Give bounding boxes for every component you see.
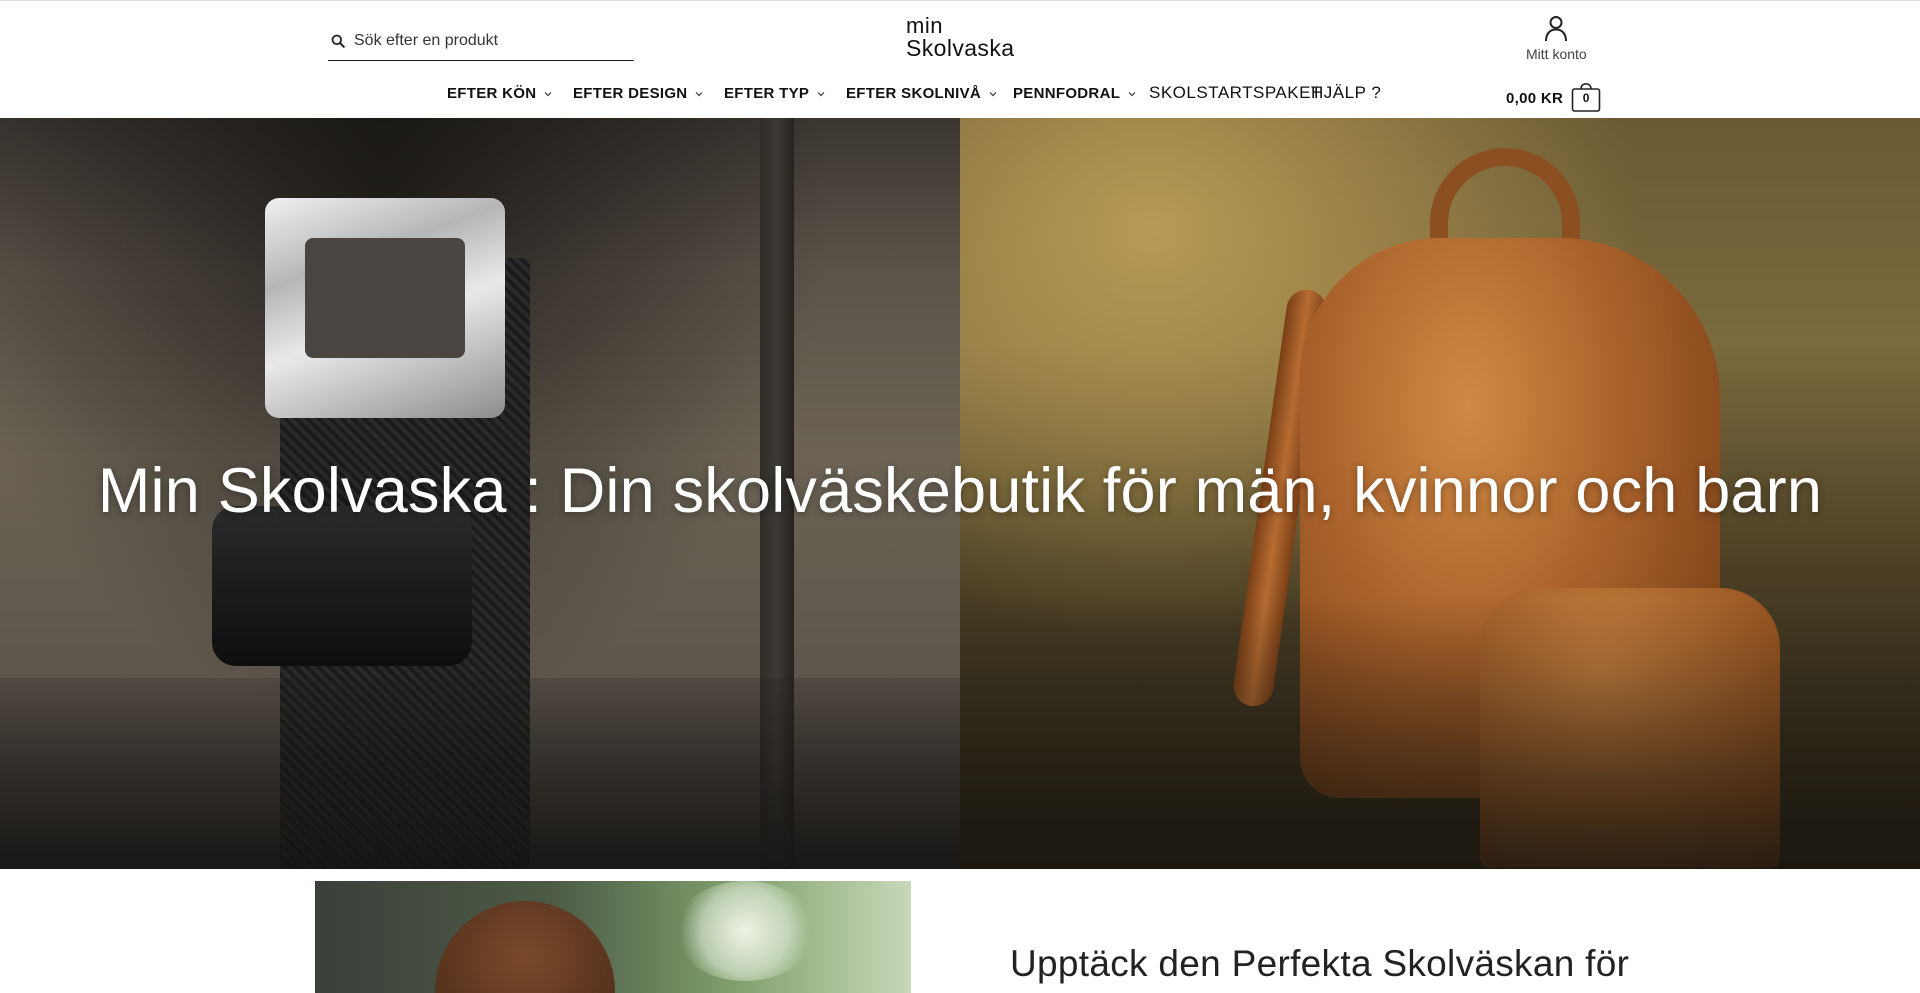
- cart-count-badge: 0: [1582, 91, 1590, 105]
- nav-item-efter-typ[interactable]: EFTER TYP: [724, 85, 826, 102]
- nav-item-label: SKOLSTARTSPAKET: [1149, 83, 1322, 102]
- bag-icon: 0: [1571, 82, 1601, 113]
- site-header: min Skolvaska Mitt konto EFTER KÖN EFTER…: [0, 0, 1920, 118]
- hero-title: Min Skolvaska : Din skolväskebutik för m…: [97, 456, 1823, 526]
- hero-banner: Min Skolvaska : Din skolväskebutik för m…: [0, 118, 1920, 869]
- nav-item-label: EFTER SKOLNIVÅ: [846, 85, 982, 102]
- chevron-down-icon: [988, 89, 998, 99]
- hero-shadow-shape: [0, 678, 960, 869]
- promo-hair-shape: [435, 901, 615, 993]
- user-icon: [1541, 13, 1571, 43]
- nav-item-hjalp[interactable]: HJÄLP ?: [1311, 83, 1381, 103]
- promo-heading: Upptäck den Perfekta Skolväskan för: [1010, 943, 1630, 984]
- nav-item-efter-design[interactable]: EFTER DESIGN: [573, 85, 704, 102]
- account-link[interactable]: Mitt konto: [1526, 13, 1587, 62]
- hero-loop-shape: [212, 506, 472, 666]
- nav-item-skolstartspaket[interactable]: SKOLSTARTSPAKET: [1149, 83, 1322, 103]
- logo-text-top: min: [906, 13, 943, 38]
- cart-link[interactable]: 0,00 KR 0: [1506, 82, 1601, 113]
- nav-item-label: PENNFODRAL: [1013, 85, 1121, 102]
- chevron-down-icon: [694, 89, 704, 99]
- search-icon[interactable]: [330, 33, 346, 49]
- promo-blossom-shape: [675, 881, 815, 981]
- nav-item-pennfodral[interactable]: PENNFODRAL: [1013, 85, 1137, 102]
- chevron-down-icon: [543, 89, 553, 99]
- nav-item-efter-skolniva[interactable]: EFTER SKOLNIVÅ: [846, 85, 998, 102]
- nav-item-efter-kon[interactable]: EFTER KÖN: [447, 85, 553, 102]
- account-label: Mitt konto: [1526, 46, 1587, 62]
- site-logo[interactable]: min Skolvaska: [904, 13, 1016, 62]
- nav-item-label: EFTER TYP: [724, 85, 810, 102]
- nav-item-label: EFTER KÖN: [447, 85, 537, 102]
- search-input[interactable]: [354, 31, 624, 50]
- promo-image: [315, 881, 911, 993]
- search-bar[interactable]: [328, 21, 634, 61]
- hero-buckle-hole-shape: [305, 238, 465, 358]
- cart-total: 0,00 KR: [1506, 89, 1564, 107]
- chevron-down-icon: [816, 89, 826, 99]
- nav-item-label: EFTER DESIGN: [573, 85, 688, 102]
- nav-item-label: HJÄLP ?: [1311, 83, 1382, 102]
- chevron-down-icon: [1127, 89, 1137, 99]
- main-navigation: EFTER KÖN EFTER DESIGN EFTER TYP EFTER S…: [0, 83, 1920, 111]
- hero-grass-shape: [960, 598, 1920, 869]
- logo-text-bottom: Skolvaska: [906, 35, 1015, 61]
